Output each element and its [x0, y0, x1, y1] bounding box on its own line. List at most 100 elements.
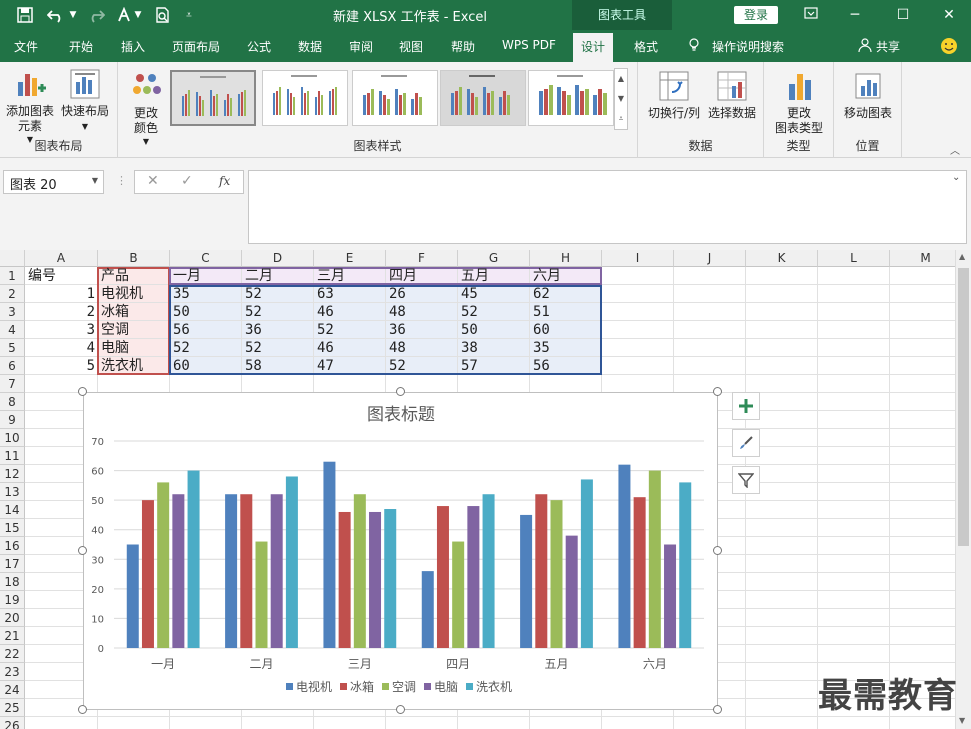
cell-A4[interactable]: 3 — [25, 321, 98, 339]
expand-formula-icon[interactable]: ⌄ — [952, 172, 960, 183]
quick-layout-button[interactable]: 快速布局 ▼ — [58, 68, 112, 134]
cell-F5[interactable]: 48 — [386, 339, 458, 357]
resize-handle[interactable] — [395, 387, 405, 396]
row-header-16[interactable]: 16 — [0, 537, 25, 555]
cell-A3[interactable]: 2 — [25, 303, 98, 321]
tab-page-layout[interactable]: 页面布局 — [172, 38, 220, 55]
smiley-icon[interactable] — [940, 37, 958, 58]
column-header-J[interactable]: J — [674, 250, 746, 267]
tab-formulas[interactable]: 公式 — [247, 38, 271, 55]
cell-E2[interactable]: 63 — [314, 285, 386, 303]
cell-B2[interactable]: 电视机 — [98, 285, 170, 303]
row-header-12[interactable]: 12 — [0, 465, 25, 483]
cell-E6[interactable]: 47 — [314, 357, 386, 375]
cell-E4[interactable]: 52 — [314, 321, 386, 339]
cell-B6[interactable]: 洗衣机 — [98, 357, 170, 375]
tab-design[interactable]: 设计 — [573, 33, 614, 63]
column-header-E[interactable]: E — [314, 250, 386, 267]
ribbon-display-icon[interactable] — [796, 4, 826, 26]
cell-F2[interactable]: 26 — [386, 285, 458, 303]
scroll-down-icon[interactable]: ▼ — [959, 716, 965, 725]
column-header-F[interactable]: F — [386, 250, 458, 267]
tab-help[interactable]: 帮助 — [451, 38, 475, 55]
tab-format[interactable]: 格式 — [634, 38, 658, 55]
tab-home[interactable]: 开始 — [69, 38, 93, 55]
row-header-5[interactable]: 5 — [0, 339, 25, 357]
cell-D5[interactable]: 52 — [242, 339, 314, 357]
enter-check-icon[interactable]: ✓ — [181, 173, 193, 189]
tab-file[interactable]: 文件 — [14, 38, 38, 55]
row-header-8[interactable]: 8 — [0, 393, 25, 411]
move-chart-button[interactable]: 移动图表 — [840, 70, 896, 121]
row-header-21[interactable]: 21 — [0, 627, 25, 645]
cell-F6[interactable]: 52 — [386, 357, 458, 375]
customize-qat-icon[interactable]: ⩡ — [182, 5, 196, 25]
cell-A6[interactable]: 5 — [25, 357, 98, 375]
chart-styles-button[interactable] — [732, 429, 760, 457]
cell-C6[interactable]: 60 — [170, 357, 242, 375]
cell-D4[interactable]: 36 — [242, 321, 314, 339]
login-button[interactable]: 登录 — [734, 6, 778, 24]
row-header-4[interactable]: 4 — [0, 321, 25, 339]
share-button[interactable]: 共享 — [876, 38, 900, 55]
cell-H1[interactable]: 六月 — [530, 267, 602, 285]
tell-me-search[interactable]: 操作说明搜索 — [712, 38, 784, 55]
tab-insert[interactable]: 插入 — [121, 38, 145, 55]
insert-function-icon[interactable]: fx — [219, 174, 230, 188]
cell-D1[interactable]: 二月 — [242, 267, 314, 285]
column-header-G[interactable]: G — [458, 250, 530, 267]
cell-C5[interactable]: 52 — [170, 339, 242, 357]
column-header-L[interactable]: L — [818, 250, 890, 267]
cell-G5[interactable]: 38 — [458, 339, 530, 357]
cell-E5[interactable]: 46 — [314, 339, 386, 357]
cell-H3[interactable]: 51 — [530, 303, 602, 321]
row-header-18[interactable]: 18 — [0, 573, 25, 591]
vertical-scrollbar[interactable]: ▲ ▼ — [955, 250, 971, 729]
cell-E3[interactable]: 46 — [314, 303, 386, 321]
row-header-20[interactable]: 20 — [0, 609, 25, 627]
cell-D3[interactable]: 52 — [242, 303, 314, 321]
undo-dropdown-icon[interactable]: ▼ — [68, 5, 78, 25]
cell-C4[interactable]: 56 — [170, 321, 242, 339]
cell-G4[interactable]: 50 — [458, 321, 530, 339]
cell-D2[interactable]: 52 — [242, 285, 314, 303]
cell-F3[interactable]: 48 — [386, 303, 458, 321]
row-header-6[interactable]: 6 — [0, 357, 25, 375]
tab-data[interactable]: 数据 — [298, 38, 322, 55]
row-header-9[interactable]: 9 — [0, 411, 25, 429]
column-header-B[interactable]: B — [98, 250, 170, 267]
row-header-3[interactable]: 3 — [0, 303, 25, 321]
column-header-I[interactable]: I — [602, 250, 674, 267]
column-header-M[interactable]: M — [890, 250, 955, 267]
row-header-22[interactable]: 22 — [0, 645, 25, 663]
chart-style-5[interactable] — [528, 70, 614, 126]
cell-G3[interactable]: 52 — [458, 303, 530, 321]
row-header-14[interactable]: 14 — [0, 501, 25, 519]
cell-B3[interactable]: 冰箱 — [98, 303, 170, 321]
resize-handle[interactable] — [78, 387, 87, 396]
cell-A5[interactable]: 4 — [25, 339, 98, 357]
select-all-corner[interactable] — [0, 250, 25, 267]
row-header-24[interactable]: 24 — [0, 681, 25, 699]
add-chart-element-button[interactable]: 添加图表 元素 ▼ — [4, 68, 56, 147]
tab-view[interactable]: 视图 — [399, 38, 423, 55]
row-header-7[interactable]: 7 — [0, 375, 25, 393]
lightbulb-icon[interactable] — [688, 38, 700, 55]
cell-B1[interactable]: 产品 — [98, 267, 170, 285]
collapse-ribbon-icon[interactable]: ︿ — [950, 142, 960, 157]
name-box-dropdown-icon[interactable]: ▼ — [92, 176, 98, 185]
column-header-K[interactable]: K — [746, 250, 818, 267]
close-icon[interactable]: ✕ — [934, 4, 964, 26]
cell-B4[interactable]: 空调 — [98, 321, 170, 339]
tab-wps-pdf[interactable]: WPS PDF — [502, 38, 556, 52]
switch-row-col-button[interactable]: 切换行/列 — [646, 70, 702, 121]
scroll-thumb[interactable] — [958, 268, 969, 546]
column-header-C[interactable]: C — [170, 250, 242, 267]
tab-review[interactable]: 审阅 — [349, 38, 373, 55]
row-header-17[interactable]: 17 — [0, 555, 25, 573]
cell-E1[interactable]: 三月 — [314, 267, 386, 285]
cell-G2[interactable]: 45 — [458, 285, 530, 303]
name-box[interactable]: 图表 20 ▼ — [3, 170, 104, 194]
format-painter-icon[interactable] — [116, 5, 132, 25]
row-header-1[interactable]: 1 — [0, 267, 25, 285]
